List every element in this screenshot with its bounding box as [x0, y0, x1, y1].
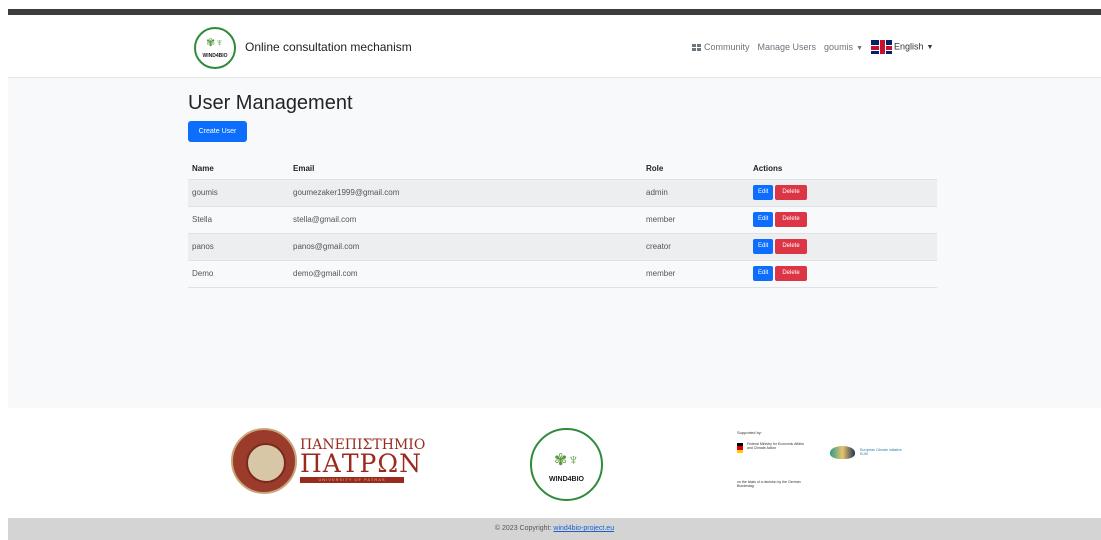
euki-logo-icon [830, 446, 855, 459]
page-title: User Management [188, 92, 353, 114]
cell-actions: Edit Delete [749, 260, 937, 288]
footer-link[interactable]: wind4bio-project.eu [553, 525, 614, 532]
euki-text: European Climate Initiative EUKI [860, 448, 902, 456]
header-name: Name [188, 158, 289, 180]
copyright-text: © 2023 Copyright: [494, 525, 552, 532]
user-menu-label: goumis [824, 42, 854, 52]
table-header-row: Name Email Role Actions [188, 158, 937, 180]
table-row: Demo demo@gmail.com member Edit Delete [188, 260, 937, 288]
cell-actions: Edit Delete [749, 179, 937, 207]
table-row: panos panos@gmail.com creator Edit Delete [188, 233, 937, 261]
user-menu-dropdown[interactable]: goumis ▼ [824, 42, 863, 52]
grid-icon [692, 44, 701, 52]
ministry-text: Federal Ministry for Economic Affairs an… [747, 442, 804, 450]
university-seal-icon [231, 428, 297, 494]
table-row: goumis goumezaker1999@gmail.com admin Ed… [188, 179, 937, 207]
brand-name[interactable]: Online consultation mechanism [245, 40, 412, 54]
header-actions: Actions [749, 158, 937, 180]
language-label: English [894, 41, 924, 52]
university-name-line2: ΠΑΤΡΩΝ [300, 449, 422, 478]
edit-button[interactable]: Edit [753, 212, 774, 227]
university-logo-text: ΠΑΝΕΠΙΣΤΗΜΙΟ ΠΑΤΡΩΝ UNIVERSITY OF PATRAS [300, 438, 425, 483]
edit-button[interactable]: Edit [753, 239, 774, 254]
cell-name: goumis [188, 179, 289, 207]
header-role: Role [642, 158, 749, 180]
delete-button[interactable]: Delete [775, 266, 807, 281]
cell-role: admin [642, 179, 749, 207]
footer: © 2023 Copyright: wind4bio-project.eu [8, 518, 1101, 540]
uk-flag-icon [871, 40, 892, 54]
navbar: ✾♆ WIND4BIO Online consultation mechanis… [8, 15, 1101, 78]
wind-turbine-icon: ✾♆ [554, 452, 580, 469]
delete-button[interactable]: Delete [775, 185, 807, 200]
edit-button[interactable]: Edit [753, 185, 774, 200]
cell-actions: Edit Delete [749, 233, 937, 261]
brand-logo[interactable]: ✾♆ WIND4BIO [194, 27, 236, 69]
nav-community[interactable]: Community [692, 42, 750, 52]
cell-email: demo@gmail.com [289, 260, 642, 288]
cell-role: member [642, 260, 749, 288]
partner-logos: ΠΑΝΕΠΙΣΤΗΜΙΟ ΠΑΤΡΩΝ UNIVERSITY OF PATRAS… [8, 408, 1101, 518]
cell-email: panos@gmail.com [289, 233, 642, 261]
bundestag-text: on the basis of a decision by the German… [737, 480, 801, 488]
nav-links: Community Manage Users goumis ▼ English ▼ [692, 40, 941, 54]
wind-turbine-icon: ✾♆ [206, 37, 224, 49]
cell-email: goumezaker1999@gmail.com [289, 179, 642, 207]
delete-button[interactable]: Delete [775, 212, 807, 227]
german-flag-icon [737, 443, 743, 453]
delete-button[interactable]: Delete [775, 239, 807, 254]
nav-manage-users[interactable]: Manage Users [758, 42, 817, 52]
header-email: Email [289, 158, 642, 180]
cell-name: Demo [188, 260, 289, 288]
cell-actions: Edit Delete [749, 206, 937, 234]
brand-logo-text: WIND4BIO [202, 53, 228, 59]
table-row: Stella stella@gmail.com member Edit Delet… [188, 206, 937, 234]
cell-name: panos [188, 233, 289, 261]
cell-email: stella@gmail.com [289, 206, 642, 234]
cell-role: member [642, 206, 749, 234]
edit-button[interactable]: Edit [753, 266, 774, 281]
cell-name: Stella [188, 206, 289, 234]
language-dropdown[interactable]: English ▼ [871, 40, 933, 54]
wind4bio-logo: ✾♆ WIND4BIO [530, 428, 603, 501]
supported-by-label: Supported by: [737, 430, 762, 435]
chevron-down-icon: ▼ [856, 45, 863, 52]
create-user-button[interactable]: Create User [188, 121, 247, 142]
wind4bio-logo-text: WIND4BIO [549, 476, 584, 483]
chevron-down-icon: ▼ [926, 44, 934, 52]
nav-community-label: Community [704, 42, 750, 52]
users-table: Name Email Role Actions goumis goumezake… [188, 158, 937, 288]
main-content: User Management Create User Name Email R… [8, 78, 1101, 408]
top-margin [0, 0, 1101, 9]
cell-role: creator [642, 233, 749, 261]
